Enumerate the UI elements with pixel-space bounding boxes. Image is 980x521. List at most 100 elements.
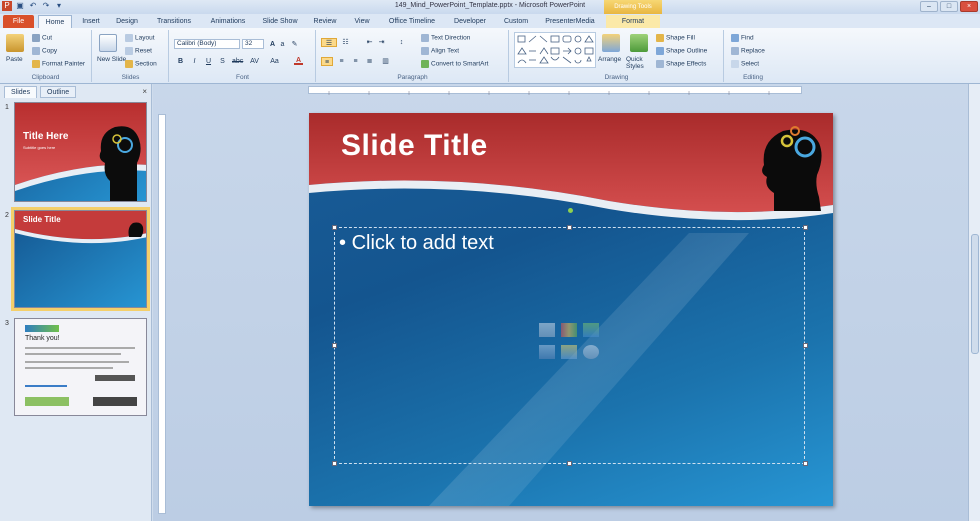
title-bar: P ▣ ↶ ↷ ▾ 149_Mind_PowerPoint_Template.p…	[0, 0, 980, 14]
justify-icon[interactable]: ≣	[365, 57, 374, 66]
paste-icon[interactable]	[6, 34, 24, 52]
align-center-icon[interactable]: ≡	[337, 57, 346, 66]
minimize-icon[interactable]: –	[920, 1, 938, 12]
quick-styles-icon[interactable]	[630, 34, 648, 52]
shadow-icon[interactable]: S	[218, 57, 227, 66]
tab-format[interactable]: Format	[606, 15, 660, 28]
horizontal-ruler	[308, 86, 802, 95]
align-text-icon	[421, 47, 429, 55]
align-left-icon[interactable]: ≡	[321, 57, 333, 66]
tab-review[interactable]: Review	[308, 15, 342, 28]
scissors-icon	[32, 34, 40, 42]
reset-button[interactable]: Reset	[125, 47, 152, 55]
tab-transitions[interactable]: Transitions	[150, 15, 198, 28]
tab-office-timeline[interactable]: Office Timeline	[382, 15, 442, 28]
shape-effects-button[interactable]: Shape Effects	[656, 60, 706, 68]
insert-table-icon[interactable]	[539, 323, 555, 337]
scrollbar-thumb[interactable]	[971, 234, 979, 354]
slide-thumbnail-2[interactable]: Slide Title	[11, 207, 150, 311]
layout-button[interactable]: Layout	[125, 34, 155, 42]
tab-slides[interactable]: Slides	[4, 86, 38, 98]
tab-view[interactable]: View	[348, 15, 376, 28]
tab-animations[interactable]: Animations	[204, 15, 252, 28]
shapes-gallery[interactable]	[514, 32, 596, 68]
tab-presentermedia[interactable]: PresenterMedia	[540, 15, 600, 28]
clear-formatting-icon[interactable]: ✎	[290, 40, 299, 49]
find-button[interactable]: Find	[731, 34, 754, 42]
tab-developer[interactable]: Developer	[448, 15, 492, 28]
slide-thumbnail-1[interactable]: Title Here Subtitle goes here	[14, 102, 147, 202]
strikethrough-icon[interactable]: abc	[232, 57, 243, 66]
thumbnail-title: Title Here	[23, 131, 69, 142]
placeholder-bullet-text[interactable]: • Click to add text	[339, 232, 494, 255]
grow-font-icon[interactable]: A	[268, 40, 277, 49]
arrange-button[interactable]: Arrange	[598, 56, 621, 63]
replace-button[interactable]: Replace	[731, 47, 765, 55]
shape-fill-button[interactable]: Shape Fill	[656, 34, 695, 42]
columns-icon[interactable]: ▥	[381, 57, 390, 66]
font-size-select[interactable]: 32	[242, 39, 264, 49]
rotation-handle[interactable]	[568, 208, 573, 213]
underline-icon[interactable]: U	[204, 57, 213, 66]
resize-handle-n[interactable]	[567, 225, 572, 230]
paste-button[interactable]: Paste	[6, 56, 23, 63]
pen-icon	[656, 47, 664, 55]
cut-button[interactable]: Cut	[32, 34, 52, 42]
bold-icon[interactable]: B	[176, 57, 185, 66]
italic-icon[interactable]: I	[190, 57, 199, 66]
numbering-icon[interactable]: ☷	[341, 38, 350, 47]
close-icon[interactable]: ×	[960, 1, 978, 12]
insert-chart-icon[interactable]	[561, 323, 577, 337]
content-slide-preview	[15, 211, 146, 307]
new-slide-button[interactable]: New Slide	[97, 56, 126, 63]
bullets-icon[interactable]: ☰	[321, 38, 337, 47]
tab-home[interactable]: Home	[38, 15, 72, 28]
select-button[interactable]: Select	[731, 60, 759, 68]
align-right-icon[interactable]: ≡	[351, 57, 360, 66]
tab-slide-show[interactable]: Slide Show	[258, 15, 302, 28]
resize-handle-se[interactable]	[803, 461, 808, 466]
slide-thumbnail-3[interactable]: Thank you!	[14, 318, 147, 416]
resize-handle-s[interactable]	[567, 461, 572, 466]
tab-custom[interactable]: Custom	[498, 15, 534, 28]
title-slide-preview	[15, 103, 146, 201]
format-painter-button[interactable]: Format Painter	[32, 60, 85, 68]
change-case-icon[interactable]: Aa	[270, 57, 279, 66]
convert-smartart-button[interactable]: Convert to SmartArt	[421, 60, 488, 68]
line-spacing-icon[interactable]: ↕	[397, 38, 406, 47]
font-color-icon[interactable]: A	[294, 56, 303, 65]
copy-button[interactable]: Copy	[32, 47, 57, 55]
shrink-font-icon[interactable]: a	[278, 40, 287, 49]
resize-handle-w[interactable]	[332, 343, 337, 348]
arrange-icon[interactable]	[602, 34, 620, 52]
close-panel-icon[interactable]: ×	[142, 87, 147, 96]
insert-smartart-icon[interactable]	[583, 323, 599, 337]
slide-title[interactable]: Slide Title	[341, 129, 488, 163]
text-direction-button[interactable]: Text Direction	[421, 34, 470, 42]
maximize-icon[interactable]: □	[940, 1, 958, 12]
tab-insert[interactable]: Insert	[76, 15, 106, 28]
quick-styles-button[interactable]: Quick Styles	[626, 56, 656, 70]
section-button[interactable]: Section	[125, 60, 157, 68]
increase-indent-icon[interactable]: ⇥	[377, 38, 386, 47]
decrease-indent-icon[interactable]: ⇤	[365, 38, 374, 47]
new-slide-icon[interactable]	[99, 34, 117, 52]
font-family-select[interactable]: Calibri (Body)	[174, 39, 240, 49]
shape-effects-label: Shape Effects	[666, 60, 707, 68]
dark-button-graphic	[93, 397, 137, 406]
align-text-button[interactable]: Align Text	[421, 47, 459, 55]
resize-handle-ne[interactable]	[803, 225, 808, 230]
insert-picture-icon[interactable]	[539, 345, 555, 359]
resize-handle-sw[interactable]	[332, 461, 337, 466]
resize-handle-nw[interactable]	[332, 225, 337, 230]
insert-media-icon[interactable]	[583, 345, 599, 359]
shape-outline-button[interactable]: Shape Outline	[656, 47, 707, 55]
tab-outline[interactable]: Outline	[40, 86, 77, 98]
tab-design[interactable]: Design	[110, 15, 144, 28]
insert-clip-art-icon[interactable]	[561, 345, 577, 359]
vertical-scrollbar[interactable]	[968, 84, 980, 521]
slide-canvas[interactable]: Slide Title • Click to add text	[309, 113, 833, 506]
spacing-icon[interactable]: AV	[250, 57, 259, 66]
resize-handle-e[interactable]	[803, 343, 808, 348]
tab-file[interactable]: File	[3, 15, 34, 28]
